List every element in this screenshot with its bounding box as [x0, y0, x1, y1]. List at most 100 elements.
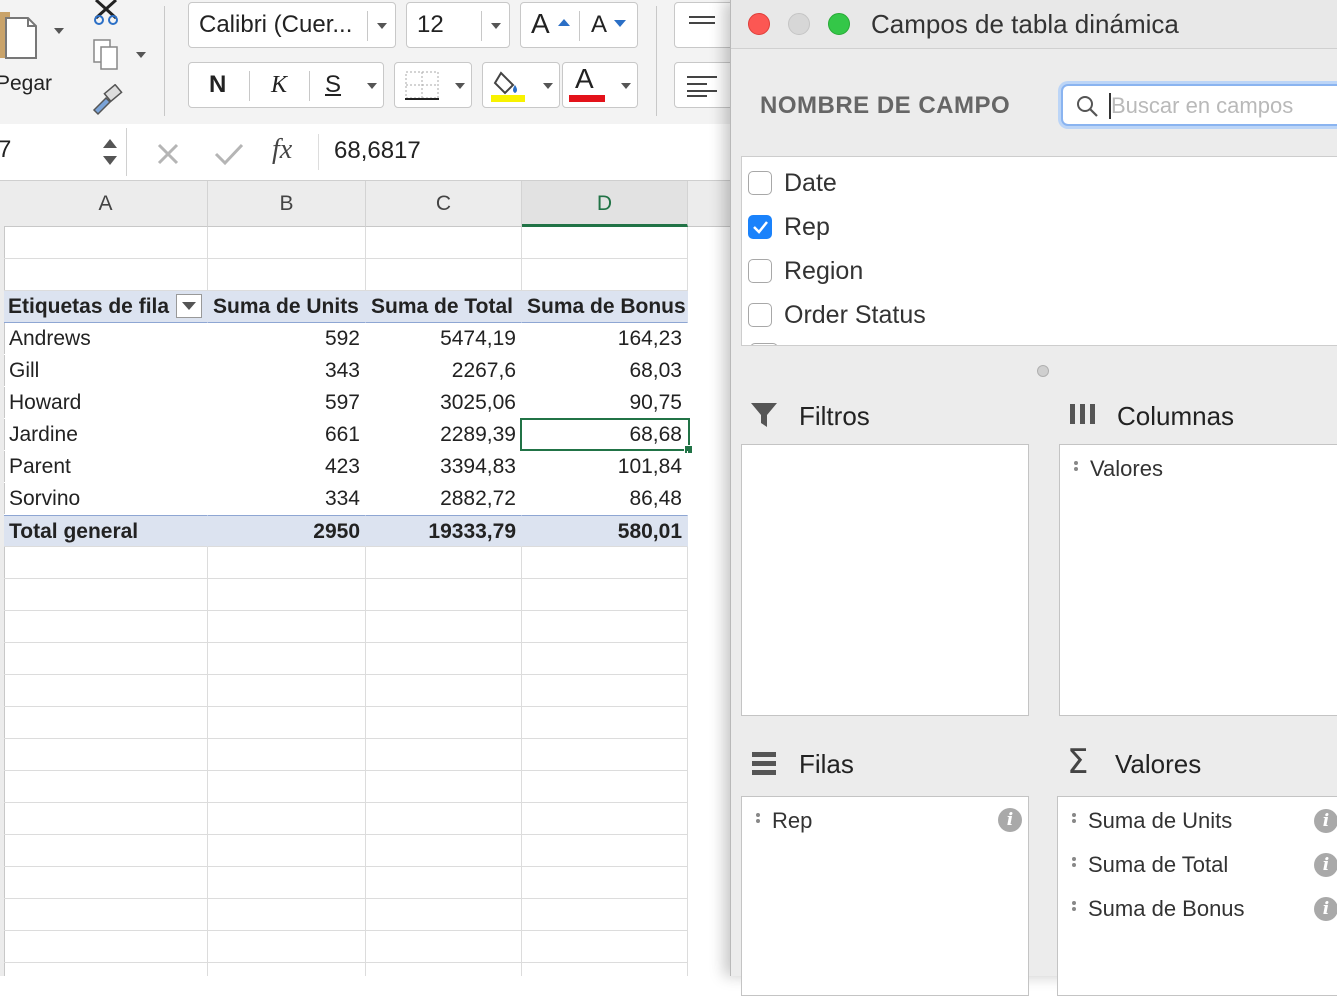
cell-c[interactable]: 2289,39 — [366, 419, 522, 451]
empty-cell[interactable] — [366, 963, 522, 976]
empty-cell[interactable] — [208, 227, 366, 259]
underline-button[interactable]: S — [311, 63, 361, 107]
row-labels-filter-dropdown-icon[interactable] — [176, 294, 202, 318]
confirm-icon[interactable] — [214, 142, 244, 166]
cell-a[interactable]: Gill — [4, 355, 208, 387]
empty-cell[interactable] — [522, 867, 688, 899]
empty-cell[interactable] — [4, 963, 208, 976]
paste-dropdown-caret[interactable] — [54, 28, 64, 34]
empty-cell[interactable] — [4, 899, 208, 931]
fx-icon[interactable]: fx — [272, 134, 292, 166]
close-window-button[interactable] — [748, 13, 770, 35]
values-item[interactable]: Suma de Bonus i — [1058, 895, 1337, 925]
cell-c[interactable]: 3394,83 — [366, 451, 522, 483]
empty-cell[interactable] — [522, 707, 688, 739]
field-checkbox[interactable] — [748, 215, 772, 239]
name-box-stepper-icon[interactable] — [100, 134, 120, 170]
total-cell-b[interactable]: 2950 — [208, 515, 366, 547]
format-painter-icon[interactable] — [90, 83, 124, 116]
header-cell-c[interactable]: Suma de Total — [366, 291, 522, 323]
drag-handle-icon[interactable] — [1072, 813, 1076, 829]
empty-cell[interactable] — [4, 643, 208, 675]
splitter-handle[interactable] — [1037, 365, 1049, 377]
paste-icon[interactable] — [0, 4, 40, 62]
cell-a[interactable]: Howard — [4, 387, 208, 419]
shrink-font-button[interactable]: A — [581, 3, 639, 47]
empty-cell[interactable] — [366, 547, 522, 579]
empty-cell[interactable] — [522, 771, 688, 803]
column-header-e[interactable] — [688, 181, 730, 227]
cell-b[interactable]: 423 — [208, 451, 366, 483]
empty-cell[interactable] — [522, 643, 688, 675]
column-header-a[interactable]: A — [4, 181, 208, 227]
columns-item-values[interactable]: Valores — [1090, 455, 1163, 483]
empty-cell[interactable] — [522, 963, 688, 976]
header-cell-d[interactable]: Suma de Bonus — [522, 291, 688, 323]
empty-cell[interactable] — [366, 835, 522, 867]
empty-cell[interactable] — [208, 611, 366, 643]
column-header-c[interactable]: C — [366, 181, 522, 227]
paste-label[interactable]: Pegar — [0, 68, 52, 100]
empty-cell[interactable] — [208, 259, 366, 291]
empty-cell[interactable] — [4, 931, 208, 963]
wrap-text-button[interactable] — [674, 2, 734, 48]
field-checkbox[interactable] — [748, 259, 772, 283]
empty-cell[interactable] — [522, 803, 688, 835]
empty-cell[interactable] — [4, 707, 208, 739]
empty-cell[interactable] — [4, 835, 208, 867]
cell-d[interactable]: 68,68 — [522, 419, 688, 451]
copy-dropdown-caret[interactable] — [136, 52, 146, 58]
field-list-item[interactable]: Region — [742, 255, 1332, 291]
font-name-select[interactable]: Calibri (Cuer... — [188, 2, 396, 48]
cell-a[interactable]: Sorvino — [4, 483, 208, 515]
empty-cell[interactable] — [522, 739, 688, 771]
empty-cell[interactable] — [4, 803, 208, 835]
empty-cell[interactable] — [522, 899, 688, 931]
cell-d[interactable]: 164,23 — [522, 323, 688, 355]
empty-cell[interactable] — [208, 579, 366, 611]
field-checkbox-partial[interactable] — [750, 343, 778, 345]
font-color-button[interactable]: A — [562, 62, 638, 108]
empty-cell[interactable] — [208, 931, 366, 963]
cell-c[interactable]: 3025,06 — [366, 387, 522, 419]
empty-cell[interactable] — [208, 771, 366, 803]
empty-cell[interactable] — [4, 739, 208, 771]
empty-cell[interactable] — [366, 803, 522, 835]
empty-cell[interactable] — [366, 707, 522, 739]
cell-a[interactable]: Andrews — [4, 323, 208, 355]
empty-cell[interactable] — [366, 931, 522, 963]
cell-c[interactable]: 2882,72 — [366, 483, 522, 515]
align-left-button[interactable] — [674, 62, 734, 108]
empty-cell[interactable] — [208, 867, 366, 899]
empty-cell[interactable] — [4, 259, 208, 291]
empty-cell[interactable] — [366, 771, 522, 803]
minimize-window-button[interactable] — [788, 13, 810, 35]
cut-icon[interactable] — [90, 0, 122, 26]
cell-c[interactable]: 5474,19 — [366, 323, 522, 355]
field-checkbox[interactable] — [748, 303, 772, 327]
values-drop-zone[interactable]: Suma de Units i Suma de Total i Suma de Bonu… — [1057, 796, 1337, 996]
bold-button[interactable]: N — [189, 63, 249, 107]
drag-handle-icon[interactable] — [1072, 857, 1076, 873]
field-list-item[interactable]: Date — [742, 167, 1332, 203]
cancel-icon[interactable] — [156, 142, 180, 166]
empty-cell[interactable] — [522, 611, 688, 643]
empty-cell[interactable] — [366, 643, 522, 675]
empty-cell[interactable] — [208, 739, 366, 771]
values-item[interactable]: Suma de Units i — [1058, 807, 1337, 837]
cell-c[interactable]: 2267,6 — [366, 355, 522, 387]
field-checkbox[interactable] — [748, 171, 772, 195]
drag-handle-icon[interactable] — [1072, 901, 1076, 917]
empty-cell[interactable] — [4, 227, 208, 259]
columns-drop-zone[interactable]: Valores — [1059, 444, 1337, 716]
empty-cell[interactable] — [366, 259, 522, 291]
empty-cell[interactable] — [208, 899, 366, 931]
empty-cell[interactable] — [4, 579, 208, 611]
empty-cell[interactable] — [366, 739, 522, 771]
cell-d[interactable]: 90,75 — [522, 387, 688, 419]
cell-a[interactable]: Jardine — [4, 419, 208, 451]
search-input[interactable]: Buscar en campos — [1061, 84, 1337, 126]
values-item[interactable]: Suma de Total i — [1058, 851, 1337, 881]
header-cell-b[interactable]: Suma de Units — [208, 291, 366, 323]
empty-cell[interactable] — [208, 835, 366, 867]
